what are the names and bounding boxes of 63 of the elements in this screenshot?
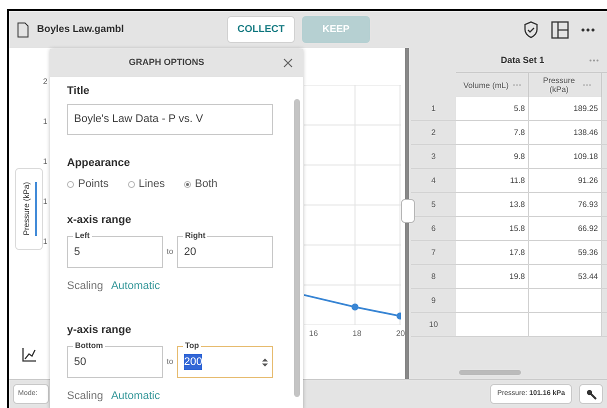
axis-tick-label: 16 xyxy=(309,328,318,340)
table-cell[interactable] xyxy=(456,313,529,336)
table-cell[interactable]: 15.8 xyxy=(456,217,529,240)
table-cell[interactable]: 59.36 xyxy=(529,241,602,264)
radio-button[interactable] xyxy=(67,180,74,188)
radio-label[interactable]: Points xyxy=(78,176,109,192)
splitter-handle[interactable] xyxy=(401,199,415,223)
axis-tick-label: 1 xyxy=(43,156,48,168)
scaling-label: Scaling xyxy=(67,389,104,404)
column-header[interactable]: Pressure (kPa) xyxy=(539,76,579,94)
table-cell[interactable] xyxy=(529,313,602,336)
dataset-title: Data Set 1 xyxy=(500,54,546,67)
table-cell[interactable]: 17.8 xyxy=(456,241,529,264)
shield-check-icon[interactable] xyxy=(523,20,539,38)
radio-button[interactable] xyxy=(184,180,191,188)
table-cell[interactable]: 109.18 xyxy=(529,145,602,168)
table-cell[interactable]: 9.8 xyxy=(456,145,529,168)
column-header[interactable]: Volume (mL) xyxy=(463,80,509,90)
axis-label-tab[interactable]: Pressure (kPa) xyxy=(15,168,43,250)
file-name: Boyles Law.gambl xyxy=(37,23,125,37)
scaling-label: Scaling xyxy=(67,279,104,294)
table-cell[interactable]: 7.8 xyxy=(456,121,529,144)
table-cell[interactable]: 66.92 xyxy=(529,217,602,240)
section-label: x-axis range xyxy=(67,212,132,228)
radio-label[interactable]: Lines xyxy=(138,176,165,192)
range-separator: to xyxy=(166,356,174,368)
table-cell[interactable]: 76.93 xyxy=(529,193,602,216)
section-label: y-axis range xyxy=(67,322,132,338)
section-label: Appearance xyxy=(67,156,131,170)
section-label: Title xyxy=(67,84,90,99)
table-cell[interactable]: 91.26 xyxy=(529,169,602,192)
table-cell[interactable] xyxy=(456,289,529,312)
axis-tick-label: 20 xyxy=(396,328,405,340)
layout-icon[interactable] xyxy=(551,20,569,38)
table-cell[interactable]: 19.8 xyxy=(456,265,529,288)
table-cell[interactable]: 13.8 xyxy=(456,193,529,216)
table-cell[interactable]: 11.8 xyxy=(456,169,529,192)
scrollbar-thumb[interactable] xyxy=(294,99,300,397)
axis-tick-label: 1 xyxy=(43,116,48,128)
y-axis-label: Pressure (kPa) xyxy=(21,182,32,236)
horizontal-scrollbar[interactable] xyxy=(459,370,521,375)
graph-icon[interactable] xyxy=(21,347,37,363)
range-separator: to xyxy=(166,246,174,258)
toolbar-button[interactable]: COLLECT xyxy=(227,16,295,43)
radio-button[interactable] xyxy=(128,180,135,188)
document-icon xyxy=(17,22,29,38)
wrench-button[interactable] xyxy=(579,384,603,404)
table-cell[interactable]: 138.46 xyxy=(529,121,602,144)
axis-tick-label: 1 xyxy=(43,196,48,208)
axis-tick-label: 2 xyxy=(43,76,48,88)
more-icon[interactable] xyxy=(581,28,595,32)
title-field[interactable]: Boyle's Law Data - P vs. V xyxy=(67,104,273,134)
axis-tick-label: 18 xyxy=(352,328,362,340)
table-cell[interactable] xyxy=(529,289,602,312)
table-cell[interactable]: 5.8 xyxy=(456,97,529,120)
close-icon[interactable] xyxy=(283,58,293,68)
table-cell[interactable]: 189.25 xyxy=(529,97,602,120)
axis-tick-label: 1 xyxy=(43,236,48,248)
radio-label[interactable]: Both xyxy=(194,176,218,192)
dialog-title: GRAPH OPTIONS xyxy=(128,56,206,70)
wrench-icon xyxy=(586,388,596,400)
table-cell[interactable]: 53.44 xyxy=(529,265,602,288)
spinner-icon[interactable] xyxy=(262,358,268,366)
